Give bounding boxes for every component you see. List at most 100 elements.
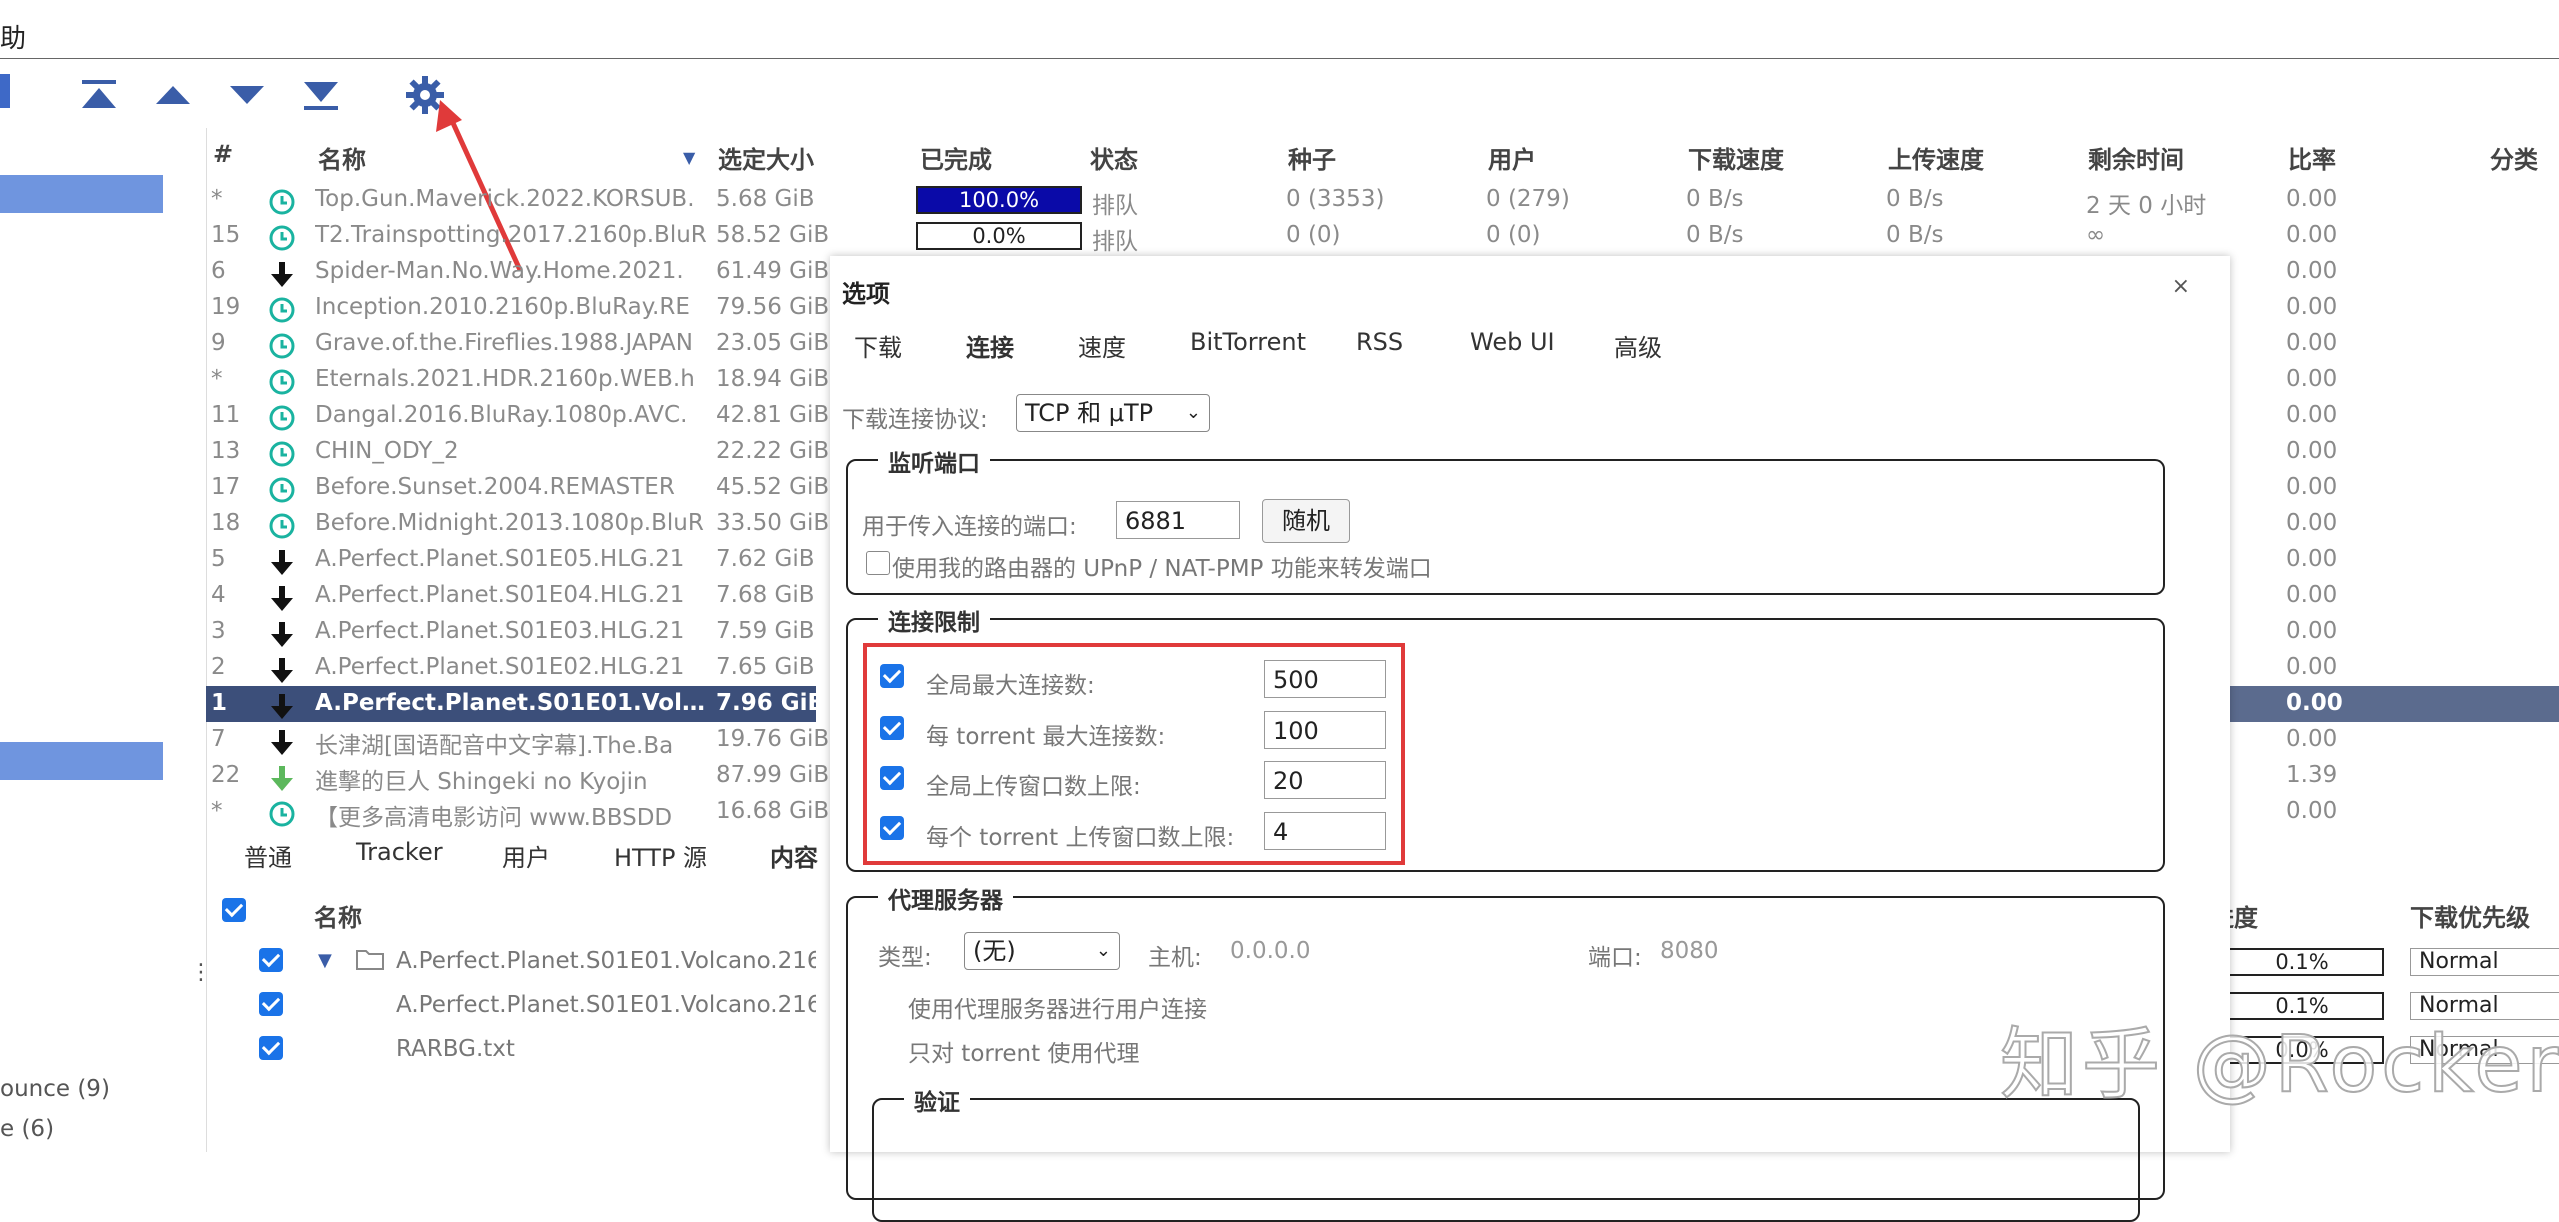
row-index: * — [211, 366, 223, 392]
tab-content[interactable]: 内容 — [770, 838, 818, 873]
chevron-down-icon: ⌄ — [1185, 402, 1201, 423]
torrent-row[interactable]: 15 T2.Trainspotting.2017.2160p.BluR 58.52 … — [206, 218, 2559, 255]
row-index: 4 — [211, 582, 226, 608]
row-size: 7.96 GiB — [716, 690, 826, 716]
menu-help[interactable]: 助 — [0, 18, 26, 55]
col-header-index[interactable]: # — [213, 140, 233, 168]
move-up-icon[interactable] — [150, 72, 196, 118]
proxy-port-input[interactable]: 8080 — [1660, 938, 1719, 964]
file-checkbox[interactable] — [259, 948, 283, 972]
tab-general[interactable]: 普通 — [244, 838, 292, 873]
tab-speed[interactable]: 速度 — [1078, 328, 1126, 363]
clock-icon — [268, 404, 296, 432]
row-size: 61.49 GiB — [716, 258, 830, 284]
proxy-host-input[interactable]: 0.0.0.0 — [1230, 938, 1310, 964]
row-index: * — [211, 186, 223, 212]
col-header-status[interactable]: 状态 — [1090, 140, 1138, 175]
row-size: 5.68 GiB — [716, 186, 815, 212]
toolbar-left-edge — [0, 74, 10, 108]
move-down-icon[interactable] — [224, 72, 270, 118]
sidebar-selected-status[interactable] — [0, 175, 163, 213]
col-header-progress[interactable]: 已完成 — [920, 140, 992, 175]
clock-icon — [268, 800, 296, 828]
protocol-select[interactable]: TCP 和 μTP ⌄ — [1016, 394, 1210, 432]
move-bottom-icon[interactable] — [298, 72, 344, 118]
protocol-label: 下载连接协议: — [842, 407, 988, 433]
tab-rss[interactable]: RSS — [1356, 328, 1403, 356]
upnp-checkbox[interactable] — [866, 551, 890, 575]
tab-trackers[interactable]: Tracker — [356, 838, 443, 866]
clock-icon — [268, 512, 296, 540]
row-size: 58.52 GiB — [716, 222, 830, 248]
row-name: Grave.of.the.Fireflies.1988.JAPAN — [315, 330, 693, 356]
file-checkbox[interactable] — [259, 992, 283, 1016]
row-name: 進擊的巨人 Shingeki no Kyojin — [315, 769, 648, 795]
col-header-name[interactable]: 名称 — [318, 140, 366, 175]
row-eta: 2 天 0 小时 — [2086, 193, 2207, 219]
col-header-dl-speed[interactable]: 下载速度 — [1688, 140, 1784, 175]
row-ratio: 0.00 — [2286, 294, 2338, 320]
file-name-header[interactable]: 名称 — [314, 898, 362, 933]
row-ratio: 0.00 — [2286, 510, 2338, 536]
menu-bar: 助 — [0, 0, 2559, 59]
row-status: 排队 — [1092, 229, 1138, 255]
file-priority-header[interactable]: 下载优先级 — [2410, 898, 2530, 933]
col-header-category[interactable]: 分类 — [2490, 140, 2538, 175]
clock-icon — [268, 188, 296, 216]
row-ratio: 0.00 — [2286, 366, 2338, 392]
sidebar-tracker-item[interactable]: e (6) — [0, 1116, 54, 1142]
dialog-title: 选项 — [842, 280, 890, 308]
col-header-seeds[interactable]: 种子 — [1288, 140, 1336, 175]
row-name: Eternals.2021.HDR.2160p.WEB.h — [315, 366, 695, 392]
splitter-handle-icon[interactable]: ⋮ — [190, 960, 212, 985]
clock-icon — [268, 332, 296, 360]
row-size: 7.68 GiB — [716, 582, 815, 608]
row-progress-text: 100.0% — [958, 188, 1040, 212]
row-index: 17 — [211, 474, 241, 500]
tab-connection[interactable]: 连接 — [966, 328, 1014, 363]
sidebar-tracker-item[interactable]: ounce (9) — [0, 1076, 110, 1102]
tab-downloads[interactable]: 下载 — [854, 328, 902, 363]
col-header-size[interactable]: 选定大小 — [718, 140, 814, 175]
random-port-button[interactable]: 随机 — [1262, 499, 1350, 543]
tab-bittorrent[interactable]: BitTorrent — [1190, 328, 1306, 356]
tab-http-sources[interactable]: HTTP 源 — [614, 838, 707, 873]
row-index: 6 — [211, 258, 226, 284]
col-header-ratio[interactable]: 比率 — [2288, 140, 2336, 175]
row-ratio: 0.00 — [2286, 330, 2338, 356]
row-size: 18.94 GiB — [716, 366, 830, 392]
file-checkbox[interactable] — [259, 1036, 283, 1060]
clock-icon — [268, 440, 296, 468]
row-index: 3 — [211, 618, 226, 644]
close-icon[interactable]: × — [2172, 274, 2190, 299]
tab-peers[interactable]: 用户 — [502, 838, 550, 873]
row-ratio: 1.39 — [2286, 762, 2338, 788]
row-ratio: 0.00 — [2286, 186, 2338, 212]
proxy-type-select[interactable]: (无) ⌄ — [964, 932, 1120, 970]
file-priority-select[interactable]: Normal — [2410, 948, 2559, 976]
port-input[interactable]: 6881 — [1116, 501, 1240, 539]
file-name: A.Perfect.Planet.S01E01.Volcano.2160p — [396, 948, 816, 974]
col-header-peers[interactable]: 用户 — [1488, 140, 1536, 175]
row-ratio: 0.00 — [2286, 402, 2338, 428]
proxy-fieldset: 代理服务器 类型: (无) ⌄ 主机: 0.0.0.0 端口: 8080 使用代… — [846, 881, 2165, 1222]
row-name: Dangal.2016.BluRay.1080p.AVC. — [315, 402, 688, 428]
tab-webui[interactable]: Web UI — [1470, 328, 1555, 356]
select-all-checkbox[interactable] — [222, 898, 246, 922]
proxy-host-label: 主机: — [1148, 945, 1202, 971]
col-header-ul-speed[interactable]: 上传速度 — [1888, 140, 1984, 175]
row-index: 13 — [211, 438, 241, 464]
row-size: 45.52 GiB — [716, 474, 830, 500]
file-name: A.Perfect.Planet.S01E01.Volcano.2160p — [396, 992, 816, 1018]
col-header-eta[interactable]: 剩余时间 — [2088, 140, 2184, 175]
down-arrow-icon — [268, 692, 296, 720]
row-ratio: 0.00 — [2286, 654, 2338, 680]
move-top-icon[interactable] — [76, 72, 122, 118]
chevron-down-icon: ⌄ — [1095, 940, 1111, 961]
sidebar-selected-category[interactable] — [0, 742, 163, 780]
row-size: 7.62 GiB — [716, 546, 815, 572]
torrent-row[interactable]: * Top.Gun.Maverick.2022.KORSUB. 5.68 GiB 10… — [206, 182, 2559, 219]
expand-chevron-icon[interactable]: ▼ — [318, 950, 332, 971]
tab-advanced[interactable]: 高级 — [1614, 328, 1662, 363]
row-index: * — [211, 798, 223, 824]
